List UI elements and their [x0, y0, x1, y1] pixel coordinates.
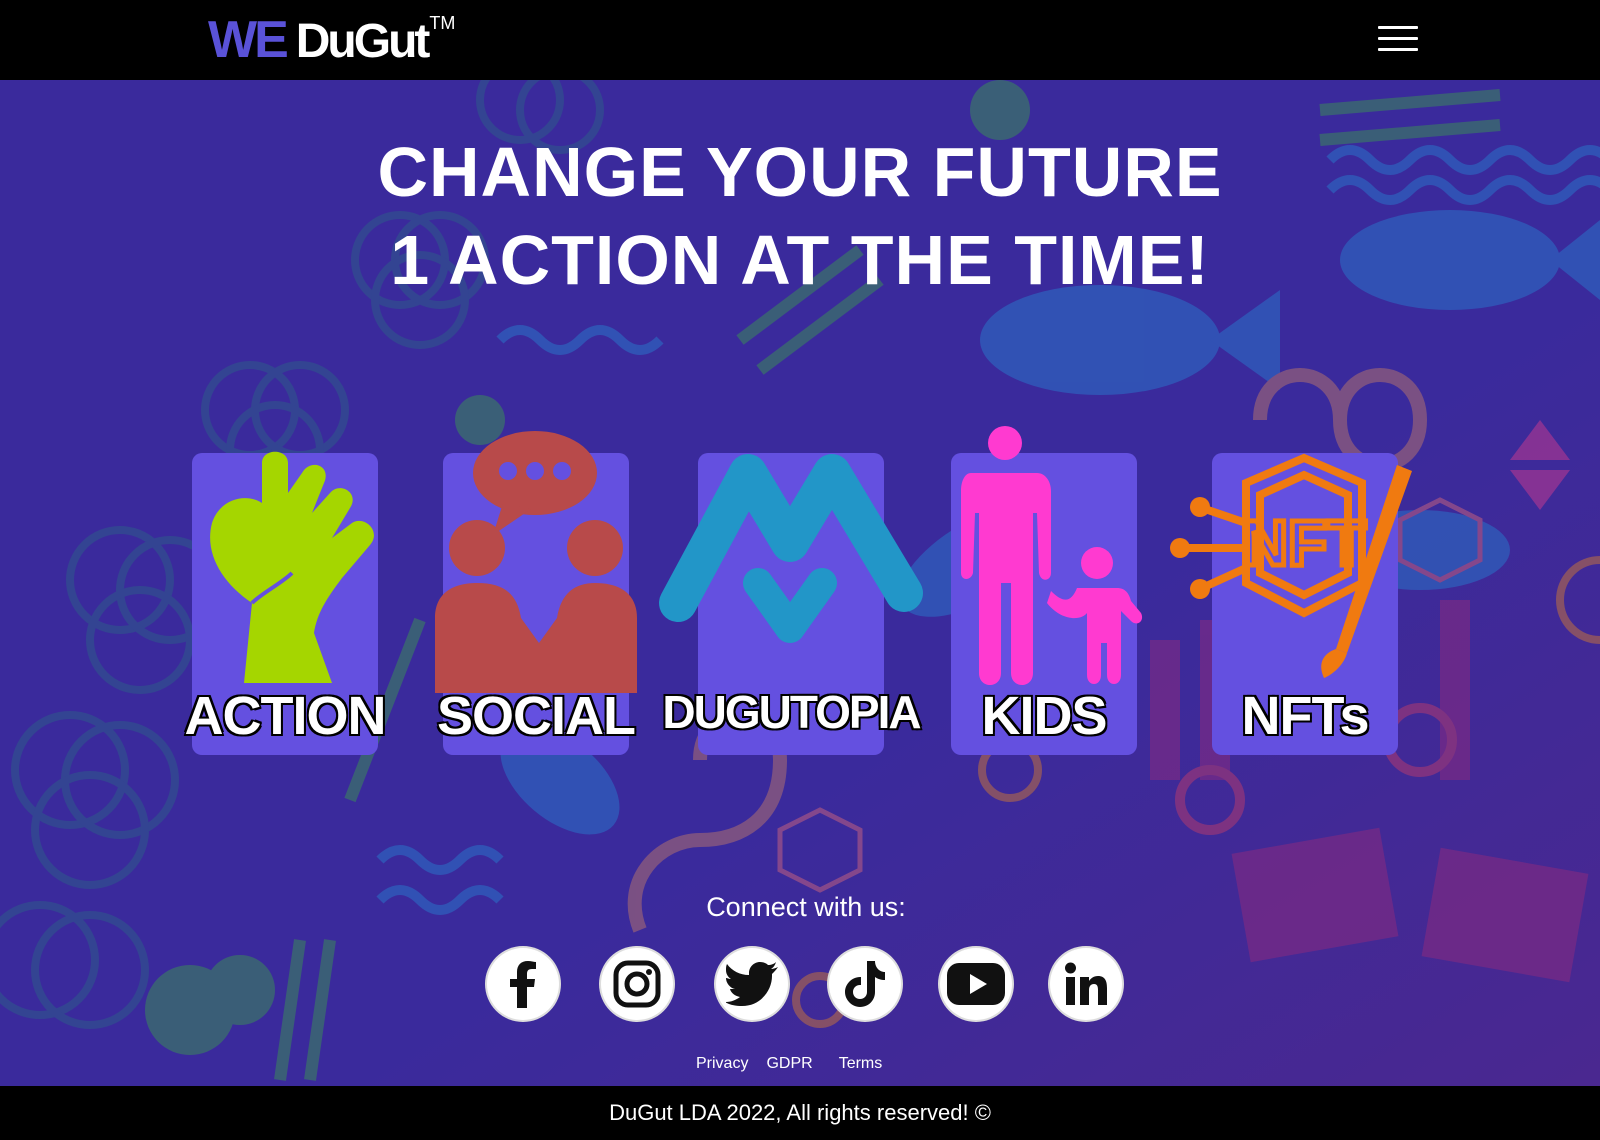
card-action-label: ACTION: [183, 685, 388, 748]
card-nfts-label: NFTs: [1240, 685, 1371, 748]
card-action[interactable]: ACTION: [183, 451, 388, 755]
facebook-icon[interactable]: [487, 948, 559, 1020]
logo-we-text: WE: [208, 11, 289, 69]
hamburger-menu-icon[interactable]: [1378, 26, 1418, 56]
headline-line-2: 1 ACTION AT THE TIME!: [390, 221, 1210, 299]
linkedin-icon[interactable]: [1050, 948, 1122, 1020]
people-chat-icon: [435, 431, 637, 693]
nft-brush-icon: NFT: [1170, 453, 1412, 678]
tiktok-icon[interactable]: [829, 948, 901, 1020]
card-kids-label: KIDS: [980, 685, 1109, 748]
hero-headline: CHANGE YOUR FUTURE 1 ACTION AT THE TIME!: [0, 128, 1600, 304]
card-nfts[interactable]: NFT NFTs: [1170, 453, 1412, 755]
logo-trademark: TM: [429, 13, 456, 33]
card-social-label: SOCIAL: [435, 685, 637, 748]
dugutopia-logo-icon: [659, 454, 923, 643]
raised-fist-icon: [210, 451, 374, 683]
privacy-link[interactable]: Privacy: [696, 1055, 748, 1073]
terms-link[interactable]: Terms: [839, 1055, 883, 1073]
footer-copyright: DuGut LDA 2022, All rights reserved! ©: [0, 1086, 1600, 1140]
legal-links: Privacy GDPR Terms: [696, 1055, 882, 1073]
top-navigation-bar: WE DuGut TM: [0, 0, 1600, 80]
headline-line-1: CHANGE YOUR FUTURE: [377, 133, 1223, 211]
parent-child-icon: [961, 426, 1143, 685]
card-dugutopia-label: DUGUTOPIA: [661, 685, 923, 740]
gdpr-link[interactable]: GDPR: [766, 1055, 812, 1073]
instagram-icon[interactable]: [601, 948, 673, 1020]
svg-text:NFT: NFT: [1242, 507, 1366, 579]
wedugut-logo[interactable]: WE DuGut TM: [208, 10, 455, 70]
card-dugutopia[interactable]: DUGUTOPIA: [659, 453, 923, 755]
twitter-icon[interactable]: [716, 948, 788, 1020]
connect-title: Connect with us:: [706, 892, 906, 922]
card-social[interactable]: SOCIAL: [435, 431, 638, 755]
logo-dugut-text: DuGut: [295, 15, 431, 68]
card-kids[interactable]: KIDS: [951, 426, 1143, 755]
youtube-icon[interactable]: [940, 948, 1012, 1020]
